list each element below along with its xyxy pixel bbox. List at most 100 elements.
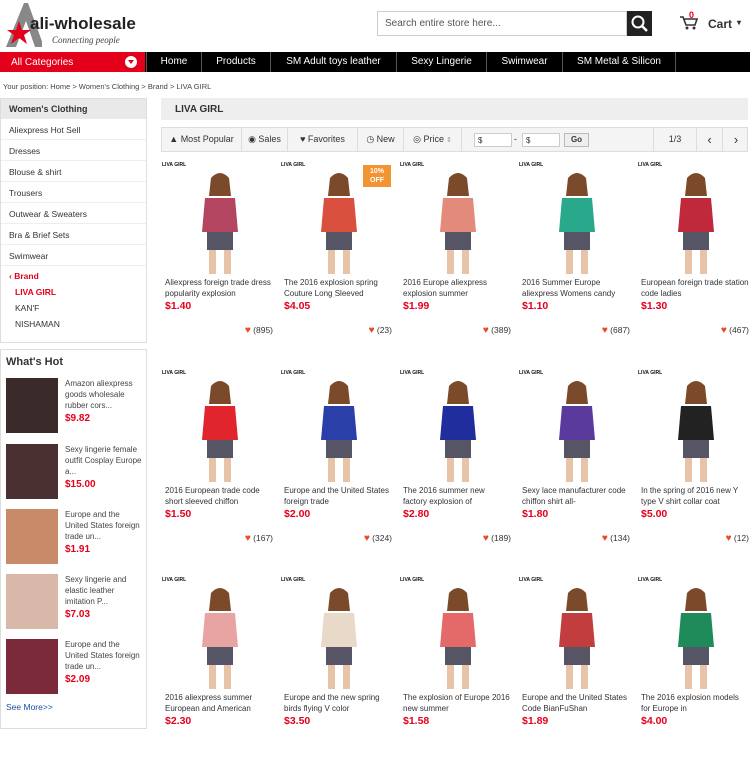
sort-most-popular[interactable]: ▲ Most Popular [162,128,242,151]
product-title[interactable]: 2016 aliexpress summer European and Amer… [165,692,273,714]
product-title[interactable]: Sexy lace manufacturer code chiffon shir… [522,485,630,507]
search-button[interactable] [627,11,652,36]
price-min-input[interactable]: $ [474,133,512,147]
product-likes[interactable]: ♥ (467) [721,325,749,336]
product-image[interactable] [651,585,741,690]
nav-item-home[interactable]: Home [146,52,201,72]
product-card[interactable]: LIVA GIRL Aliexpress foreign trade dress … [160,162,278,367]
site-logo[interactable]: ali-wholesale Connecting people [0,0,160,50]
hot-item-title[interactable]: Sexy lingerie female outfit Cosplay Euro… [65,444,143,477]
hot-item[interactable]: Europe and the United States foreign tra… [6,509,146,569]
product-card[interactable]: LIVA GIRL Sexy lace manufacturer code chi… [517,370,635,575]
product-image[interactable] [175,170,265,275]
sidebar-item-swimwear[interactable]: Swimwear [1,245,146,266]
hot-item[interactable]: Europe and the United States foreign tra… [6,639,146,699]
hot-item-title[interactable]: Europe and the United States foreign tra… [65,509,143,542]
product-image[interactable] [651,170,741,275]
product-title[interactable]: Europe and the new spring birds flying V… [284,692,392,714]
sidebar-item-dresses[interactable]: Dresses [1,140,146,161]
product-title[interactable]: 2016 Summer Europe aliexpress Womens can… [522,277,630,299]
price-max-input[interactable]: $ [522,133,560,147]
product-title[interactable]: The 2016 explosion models for Europe in [641,692,749,714]
product-likes[interactable]: ♥ (167) [245,533,273,544]
brand-item-liva-girl[interactable]: LIVA GIRL [1,284,146,300]
product-image[interactable] [532,378,622,483]
product-card[interactable]: LIVA GIRL Europe and the United States fo… [279,370,397,575]
hot-item-image[interactable] [6,639,58,694]
sort-favorites[interactable]: ♥ Favorites [288,128,358,151]
sidebar-item-trousers[interactable]: Trousers [1,182,146,203]
product-likes[interactable]: ♥ (687) [602,325,630,336]
product-image[interactable] [294,378,384,483]
product-card[interactable]: LIVA GIRL The explosion of Europe 2016 ne… [398,577,516,782]
hot-item[interactable]: Sexy lingerie female outfit Cosplay Euro… [6,444,146,504]
sort-sales[interactable]: ◉ Sales [242,128,288,151]
product-likes[interactable]: ♥ (895) [245,325,273,336]
hot-item-title[interactable]: Amazon aliexpress goods wholesale rubber… [65,378,143,411]
product-title[interactable]: The 2016 explosion spring Couture Long S… [284,277,392,299]
product-likes[interactable]: ♥ (12) [726,533,749,544]
product-title[interactable]: European foreign trade station code ladi… [641,277,749,299]
nav-item-sm-adult-toys[interactable]: SM Adult toys leather [270,52,396,72]
prev-page-button[interactable]: ‹ [697,128,723,151]
product-card[interactable]: LIVA GIRL The 2016 explosion models for E… [636,577,750,782]
sidebar-brand-heading[interactable]: ‹ Brand [1,266,146,284]
product-image[interactable] [175,585,265,690]
nav-item-sm-metal[interactable]: SM Metal & Silicon [562,52,676,72]
product-likes[interactable]: ♥ (189) [483,533,511,544]
brand-item-nishaman[interactable]: NISHAMAN [1,316,146,332]
cart-button[interactable]: 0 Cart ▾ [679,10,749,34]
product-title[interactable]: Europe and the United States foreign tra… [284,485,392,507]
product-title[interactable]: In the spring of 2016 new Y type V shirt… [641,485,749,507]
product-image[interactable] [651,378,741,483]
product-title[interactable]: 2016 European trade code short sleeved c… [165,485,273,507]
hot-item[interactable]: Sexy lingerie and elastic leather imitat… [6,574,146,634]
product-likes[interactable]: ♥ (134) [602,533,630,544]
brand-item-kanf[interactable]: KAN'F [1,300,146,316]
product-card[interactable]: LIVA GIRL Europe and the United States Co… [517,577,635,782]
product-title[interactable]: Aliexpress foreign trade dress popularit… [165,277,273,299]
sort-new[interactable]: ◷ New [358,128,404,151]
product-image[interactable] [413,585,503,690]
product-image[interactable] [532,585,622,690]
sidebar-item-outwear[interactable]: Outwear & Sweaters [1,203,146,224]
sidebar-item-blouse[interactable]: Blouse & shirt [1,161,146,182]
product-card[interactable]: LIVA GIRL The 2016 summer new factory exp… [398,370,516,575]
price-go-button[interactable]: Go [564,133,589,147]
nav-item-sexy-lingerie[interactable]: Sexy Lingerie [396,52,486,72]
product-card[interactable]: LIVA GIRL 2016 European trade code short … [160,370,278,575]
hot-item-image[interactable] [6,574,58,629]
sidebar-item-bra[interactable]: Bra & Brief Sets [1,224,146,245]
product-image[interactable] [413,378,503,483]
product-likes[interactable]: ♥ (23) [369,325,392,336]
next-page-button[interactable]: › [723,128,749,151]
nav-item-swimwear[interactable]: Swimwear [486,52,562,72]
product-image[interactable] [413,170,503,275]
product-image[interactable] [532,170,622,275]
see-more-link[interactable]: See More>> [6,702,53,712]
product-card[interactable]: LIVA GIRL European foreign trade station … [636,162,750,367]
product-card[interactable]: LIVA GIRL Europe and the new spring birds… [279,577,397,782]
hot-item[interactable]: Amazon aliexpress goods wholesale rubber… [6,378,146,438]
nav-item-products[interactable]: Products [201,52,270,72]
hot-item-title[interactable]: Sexy lingerie and elastic leather imitat… [65,574,143,607]
hot-item-image[interactable] [6,444,58,499]
sort-price[interactable]: ◎ Price ⇕ [404,128,462,151]
product-card[interactable]: LIVA GIRL 2016 Summer Europe aliexpress W… [517,162,635,367]
product-title[interactable]: 2016 Europe aliexpress explosion summer [403,277,511,299]
hot-item-image[interactable] [6,378,58,433]
all-categories-button[interactable]: All Categories [0,52,145,72]
product-title[interactable]: The 2016 summer new factory explosion of [403,485,511,507]
product-card[interactable]: LIVA GIRL 2016 Europe aliexpress explosio… [398,162,516,367]
product-card[interactable]: LIVA GIRL 10% OFF The 2016 explosion spring… [279,162,397,367]
product-likes[interactable]: ♥ (324) [364,533,392,544]
product-likes[interactable]: ♥ (389) [483,325,511,336]
hot-item-title[interactable]: Europe and the United States foreign tra… [65,639,143,672]
product-card[interactable]: LIVA GIRL 2016 aliexpress summer European… [160,577,278,782]
product-card[interactable]: LIVA GIRL In the spring of 2016 new Y typ… [636,370,750,575]
product-image[interactable] [175,378,265,483]
product-title[interactable]: Europe and the United States Code BianFu… [522,692,630,714]
product-image[interactable] [294,585,384,690]
sidebar-item-hot-sell[interactable]: Aliexpress Hot Sell [1,119,146,140]
product-title[interactable]: The explosion of Europe 2016 new summer [403,692,511,714]
